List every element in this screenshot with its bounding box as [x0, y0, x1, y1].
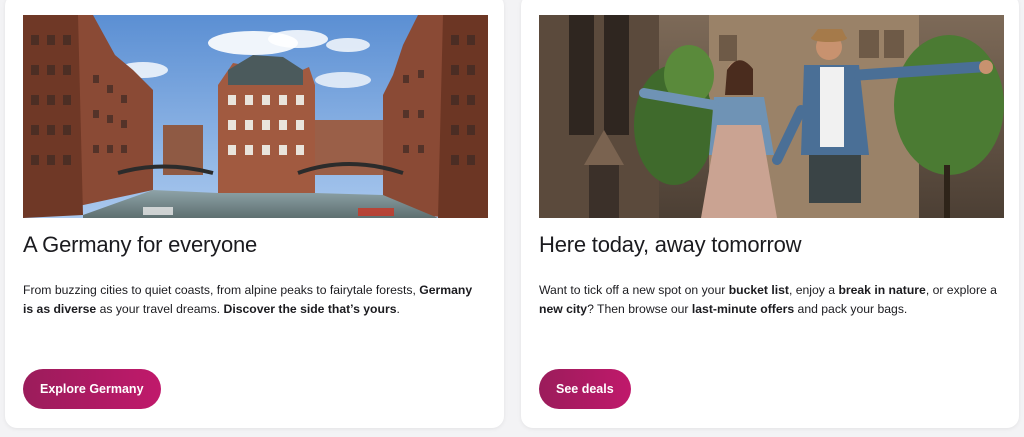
teaser-card-last-minute: Here today, away tomorrow Want to tick o…: [521, 0, 1019, 428]
body-text-segment: ? Then browse our: [587, 302, 692, 316]
body-text-segment: From buzzing cities to quiet coasts, fro…: [23, 283, 420, 297]
teaser-card-germany: A Germany for everyone From buzzing citi…: [5, 0, 504, 428]
body-text-segment: as your travel dreams.: [96, 302, 224, 316]
explore-germany-button[interactable]: Explore Germany: [23, 369, 161, 409]
body-text-segment: , enjoy a: [788, 283, 839, 297]
body-text-segment: .: [396, 302, 400, 316]
see-deals-button[interactable]: See deals: [539, 369, 631, 409]
hamburg-speicherstadt-photo: [23, 15, 488, 218]
body-text-segment: Want to tick off a new spot on your: [539, 283, 729, 297]
highlighted-text: Discover the side that’s yours: [223, 302, 397, 316]
card-description: From buzzing cities to quiet coasts, fro…: [23, 281, 485, 319]
highlighted-text: break in nature: [838, 283, 926, 297]
body-text-segment: and pack your bags.: [794, 302, 908, 316]
card-description: Want to tick off a new spot on your buck…: [539, 281, 1001, 319]
highlighted-text: bucket list: [728, 283, 789, 297]
card-title: Here today, away tomorrow: [539, 232, 802, 257]
highlighted-text: new city: [539, 302, 588, 316]
body-text-segment: , or explore a: [925, 283, 997, 297]
couple-running-photo: [539, 15, 1004, 218]
card-title: A Germany for everyone: [23, 232, 258, 257]
highlighted-text: last-minute offers: [691, 302, 795, 316]
